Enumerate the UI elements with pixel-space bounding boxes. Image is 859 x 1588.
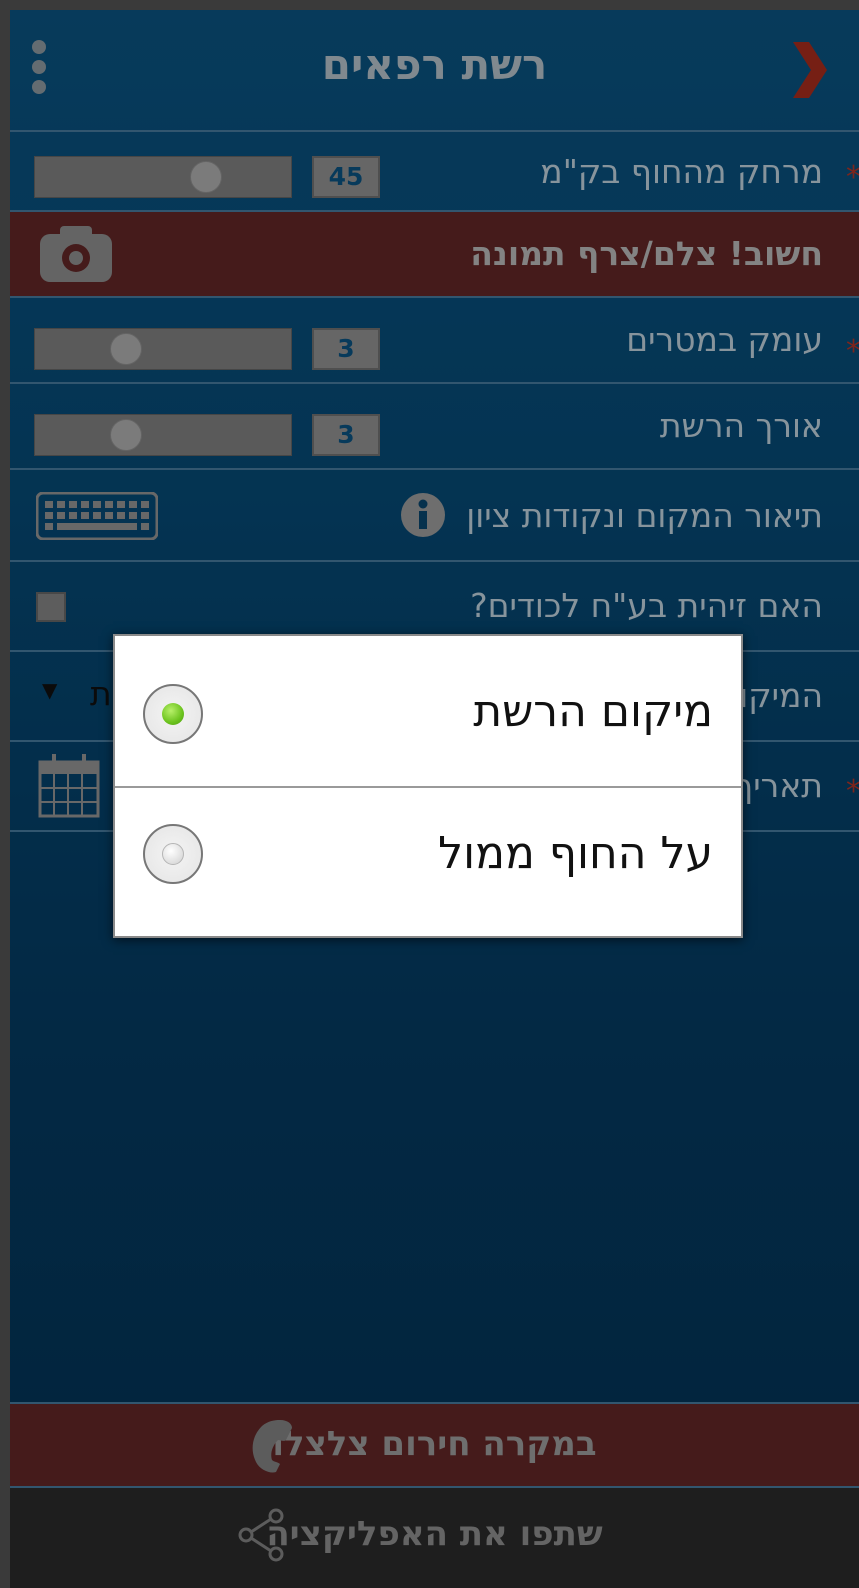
radio-dot [162,843,184,865]
radio-button[interactable] [143,824,203,884]
dialog-option-net-location[interactable]: מיקום הרשת [115,636,741,788]
dialog-option-opposite-shore[interactable]: על החוף ממול [115,788,741,938]
option-label: מיקום הרשת [473,686,713,737]
radio-button[interactable] [143,684,203,744]
location-choice-dialog: מיקום הרשת על החוף ממול [113,634,743,938]
radio-dot [162,703,184,725]
option-label: על החוף ממול [438,828,713,879]
app-screen: רשת רפאים * מרחק מהחוף בק"מ 45 חשוב! צלם… [10,10,859,1588]
